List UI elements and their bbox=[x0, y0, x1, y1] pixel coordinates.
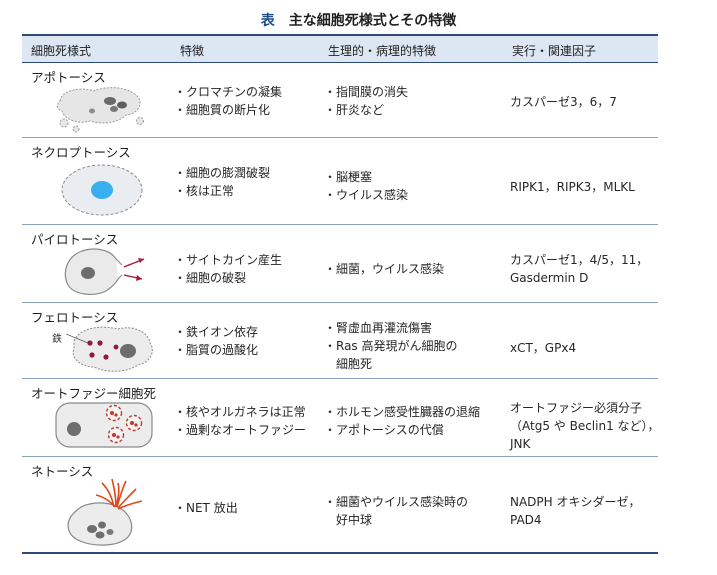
header-physio: 生理的・病理的特徴 bbox=[328, 44, 437, 58]
feature-text: ・核やオルガネラは正常 bbox=[174, 405, 306, 419]
features-cell: ・鉄イオン依存 ・脂質の過酸化 bbox=[174, 323, 258, 359]
feature-text: ・サイトカイン産生 bbox=[174, 253, 283, 267]
factor-text: PAD4 bbox=[510, 513, 542, 527]
physio-text: ・細菌，ウイルス感染 bbox=[324, 262, 445, 276]
physio-cell: ・細菌，ウイルス感染 bbox=[324, 260, 444, 278]
physio-text: ・ホルモン感受性臓器の退縮 bbox=[324, 405, 481, 419]
iron-label: 鉄 bbox=[52, 334, 62, 345]
physio-cell: ・脳梗塞 ・ウイルス感染 bbox=[324, 168, 408, 204]
header-factors: 実行・関連因子 bbox=[512, 44, 597, 58]
factors-cell: xCT，GPx4 bbox=[510, 339, 576, 357]
bottom-rule bbox=[22, 552, 658, 554]
feature-text: ・細胞の膨潤破裂 bbox=[174, 166, 271, 180]
factor-text: Gasdermin D bbox=[510, 271, 589, 285]
factors-cell: RIPK1，RIPK3，MLKL bbox=[510, 178, 635, 196]
factors-cell: NADPH オキシダーゼ， PAD4 bbox=[510, 493, 641, 529]
table-row-autophagic-death: オートファジー細胞死 ・核やオルガネラは正常 ・過剰なオートファジー ・ホルモン… bbox=[22, 379, 660, 457]
physio-text: 好中球 bbox=[336, 513, 373, 527]
factor-text: JNK bbox=[510, 437, 531, 451]
physio-cell: ・腎虚血再灌流傷害 ・Ras 高発現がん細胞の 細胞死 bbox=[324, 319, 458, 373]
table-header: 細胞死様式 特徴 生理的・病理的特徴 実行・関連因子 bbox=[22, 36, 658, 62]
title-lead: 表 bbox=[260, 13, 275, 29]
feature-text: ・過剰なオートファジー bbox=[174, 423, 307, 437]
features-cell: ・NET 放出 bbox=[174, 499, 238, 517]
physio-cell: ・細菌やウイルス感染時の 好中球 bbox=[324, 493, 468, 529]
factor-text: RIPK1，RIPK3，MLKL bbox=[510, 180, 635, 194]
factor-text: NADPH オキシダーゼ， bbox=[510, 495, 641, 509]
feature-text: ・細胞の破裂 bbox=[174, 271, 247, 285]
features-cell: ・クロマチンの凝集 ・細胞質の断片化 bbox=[174, 83, 282, 119]
factor-text: オートファジー必須分子 bbox=[510, 401, 643, 415]
table-row-netosis: ネトーシス ・NET 放出 ・細菌やウイルス感染時の 好中球 NADPH オキシ… bbox=[22, 457, 658, 552]
physio-cell: ・ホルモン感受性臓器の退縮 ・アポトーシスの代償 bbox=[324, 403, 480, 439]
factors-cell: オートファジー必須分子 （Atg5 や Beclin1 など）， JNK bbox=[510, 399, 660, 453]
feature-text: ・細胞質の断片化 bbox=[174, 103, 271, 117]
physio-cell: ・指間膜の消失 ・肝炎など bbox=[324, 83, 408, 119]
features-cell: ・核やオルガネラは正常 ・過剰なオートファジー bbox=[174, 403, 306, 439]
factor-text: xCT，GPx4 bbox=[510, 341, 577, 355]
apoptosis-cell-icon bbox=[56, 87, 144, 133]
factor-text: カスパーゼ1，4/5，11， bbox=[510, 253, 649, 267]
necroptosis-cell-icon bbox=[61, 164, 143, 216]
feature-text: ・鉄イオン依存 bbox=[174, 325, 259, 339]
physio-text: ・腎虚血再灌流傷害 bbox=[324, 321, 433, 335]
feature-text: ・核は正常 bbox=[174, 184, 235, 198]
header-method: 細胞死様式 bbox=[31, 44, 92, 58]
table-row-apoptosis: アポトーシス ・クロマチンの凝集 ・細胞質の断片化 ・指間膜の消失 ・肝炎など … bbox=[22, 63, 658, 138]
physio-text: ・脳梗塞 bbox=[324, 170, 373, 184]
feature-text: ・クロマチンの凝集 bbox=[174, 85, 283, 99]
physio-text: ・肝炎など bbox=[324, 103, 385, 117]
physio-text: ・指間膜の消失 bbox=[324, 85, 409, 99]
header-features: 特徴 bbox=[180, 44, 205, 58]
table-row-ferroptosis: フェロトーシス 鉄 ・鉄イオン依存 ・脂質の過酸化 ・腎虚血再灌流傷害 ・Ras… bbox=[22, 303, 658, 379]
feature-text: ・NET 放出 bbox=[174, 501, 238, 515]
title-text: 主な細胞死様式とその特徴 bbox=[288, 13, 457, 29]
physio-text: ・Ras 高発現がん細胞の bbox=[324, 339, 458, 353]
factors-cell: カスパーゼ3，6，7 bbox=[510, 93, 617, 111]
pyroptosis-cell-icon bbox=[64, 248, 145, 295]
features-cell: ・細胞の膨潤破裂 ・核は正常 bbox=[174, 164, 270, 200]
factor-text: カスパーゼ3，6，7 bbox=[510, 95, 617, 109]
feature-text: ・脂質の過酸化 bbox=[174, 343, 259, 357]
physio-text: ・細菌やウイルス感染時の bbox=[324, 495, 469, 509]
physio-text: 細胞死 bbox=[336, 357, 373, 371]
features-cell: ・サイトカイン産生 ・細胞の破裂 bbox=[174, 251, 282, 287]
table-title: 表主な細胞死様式とその特徴 bbox=[0, 10, 717, 30]
ferroptosis-cell-icon bbox=[66, 326, 153, 372]
factor-text: （Atg5 や Beclin1 など）， bbox=[510, 419, 660, 433]
row-name: ネクロプトーシス bbox=[31, 145, 131, 160]
netosis-cell-icon bbox=[67, 478, 143, 546]
autophagic-cell-icon bbox=[55, 402, 153, 448]
table-row-pyroptosis: パイロトーシス ・サイトカイン産生 ・細胞の破裂 ・細菌，ウイルス感染 カスパー… bbox=[22, 225, 658, 303]
physio-text: ・アポトーシスの代償 bbox=[324, 423, 444, 437]
physio-text: ・ウイルス感染 bbox=[324, 188, 409, 202]
table-row-necroptosis: ネクロプトーシス ・細胞の膨潤破裂 ・核は正常 ・脳梗塞 ・ウイルス感染 RIP… bbox=[22, 138, 658, 225]
factors-cell: カスパーゼ1，4/5，11， Gasdermin D bbox=[510, 251, 648, 287]
